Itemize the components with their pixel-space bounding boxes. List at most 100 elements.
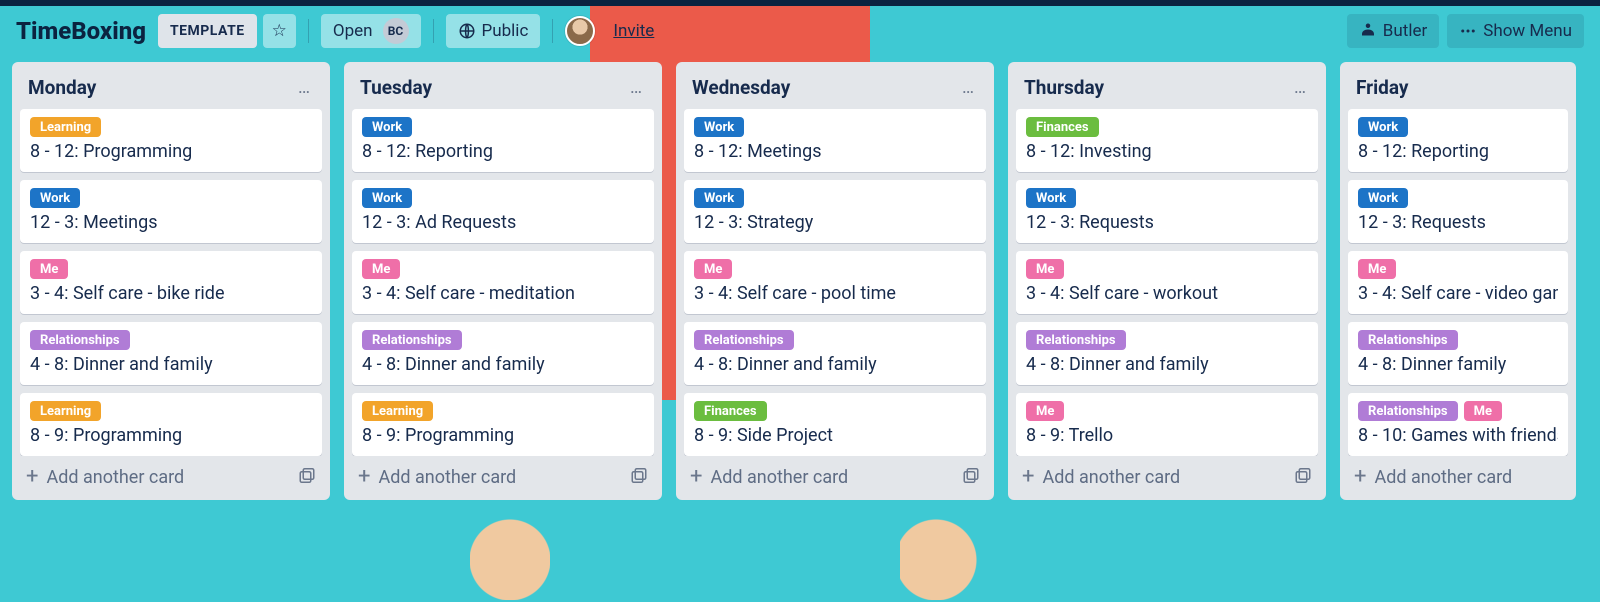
label-relationships[interactable]: Relationships xyxy=(362,330,462,350)
card-title: 4 - 8: Dinner and family xyxy=(30,354,312,375)
card[interactable]: Learning8 - 9: Programming xyxy=(20,393,322,456)
card-template-icon[interactable] xyxy=(298,468,316,486)
card-title: 4 - 8: Dinner and family xyxy=(694,354,976,375)
label-learning[interactable]: Learning xyxy=(362,401,433,421)
label-me[interactable]: Me xyxy=(1358,259,1396,279)
visibility-button[interactable]: Public xyxy=(446,14,541,48)
label-finances[interactable]: Finances xyxy=(1026,117,1099,137)
list-menu-button[interactable]: … xyxy=(294,77,314,98)
divider xyxy=(552,19,553,43)
butler-button[interactable]: Butler xyxy=(1347,14,1439,48)
card[interactable]: Me3 - 4: Self care - pool time xyxy=(684,251,986,314)
list-menu-button[interactable]: … xyxy=(958,77,978,98)
card[interactable]: Work12 - 3: Requests xyxy=(1016,180,1318,243)
label-me[interactable]: Me xyxy=(1026,401,1064,421)
template-badge[interactable]: TEMPLATE xyxy=(158,14,257,48)
card-template-icon[interactable] xyxy=(630,468,648,486)
label-learning[interactable]: Learning xyxy=(30,117,101,137)
card[interactable]: Work8 - 12: Reporting xyxy=(1348,109,1568,172)
card[interactable]: Work12 - 3: Ad Requests xyxy=(352,180,654,243)
workspace-button[interactable]: Open BC xyxy=(321,14,421,48)
list-title[interactable]: Monday xyxy=(28,76,96,99)
label-relationships[interactable]: Relationships xyxy=(1358,401,1458,421)
label-me[interactable]: Me xyxy=(362,259,400,279)
card-labels: Work xyxy=(1358,188,1558,208)
board-canvas[interactable]: Monday…Learning8 - 12: ProgrammingWork12… xyxy=(0,56,1600,602)
plus-icon: + xyxy=(358,466,370,488)
card[interactable]: Finances 8 - 12: Investing xyxy=(1016,109,1318,172)
card-labels: Work xyxy=(694,188,976,208)
card[interactable]: Work12 - 3: Requests xyxy=(1348,180,1568,243)
card-list: Work8 - 12: MeetingsWork12 - 3: Strategy… xyxy=(684,109,986,456)
card-title: 12 - 3: Strategy xyxy=(694,212,976,233)
invite-label: Invite xyxy=(613,21,654,41)
add-card-button[interactable]: +Add another card xyxy=(1022,466,1180,488)
card-title: 3 - 4: Self care - meditation xyxy=(362,283,644,304)
card[interactable]: Relationships Me 8 - 10: Games with friend… xyxy=(1348,393,1568,456)
card-template-icon[interactable] xyxy=(962,468,980,486)
add-card-button[interactable]: +Add another card xyxy=(26,466,184,488)
card[interactable]: Work8 - 12: Reporting xyxy=(352,109,654,172)
label-me[interactable]: Me xyxy=(30,259,68,279)
list-menu-button[interactable]: … xyxy=(1290,77,1310,98)
card-template-icon[interactable] xyxy=(1294,468,1312,486)
card[interactable]: Finances8 - 9: Side Project xyxy=(684,393,986,456)
plus-icon: + xyxy=(1022,466,1034,488)
list: Wednesday…Work8 - 12: MeetingsWork12 - 3… xyxy=(676,62,994,500)
card-labels: Me xyxy=(1026,259,1308,279)
card[interactable]: Me3 - 4: Self care - bike ride xyxy=(20,251,322,314)
label-relationships[interactable]: Relationships xyxy=(1026,330,1126,350)
label-finances[interactable]: Finances xyxy=(694,401,767,421)
card[interactable]: Relationships 4 - 8: Dinner and family xyxy=(20,322,322,385)
card[interactable]: Learning8 - 12: Programming xyxy=(20,109,322,172)
star-icon: ☆ xyxy=(272,21,287,41)
list-title[interactable]: Thursday xyxy=(1024,76,1104,99)
label-relationships[interactable]: Relationships xyxy=(694,330,794,350)
card-title: 8 - 10: Games with friends xyxy=(1358,425,1558,446)
label-me[interactable]: Me xyxy=(1026,259,1064,279)
card[interactable]: Work 12 - 3: Strategy xyxy=(684,180,986,243)
card[interactable]: Me3 - 4: Self care - video games xyxy=(1348,251,1568,314)
list-header: Tuesday … xyxy=(352,70,654,109)
label-learning[interactable]: Learning xyxy=(30,401,101,421)
label-me[interactable]: Me xyxy=(694,259,732,279)
label-relationships[interactable]: Relationships xyxy=(30,330,130,350)
add-card-button[interactable]: +Add another card xyxy=(358,466,516,488)
label-work[interactable]: Work xyxy=(362,188,412,208)
card[interactable]: Learning8 - 9: Programming xyxy=(352,393,654,456)
card-title: 8 - 12: Investing xyxy=(1026,141,1308,162)
label-work[interactable]: Work xyxy=(694,117,744,137)
card[interactable]: Me 3 - 4: Self care - meditation xyxy=(352,251,654,314)
star-button[interactable]: ☆ xyxy=(263,14,296,48)
card[interactable]: Relationships4 - 8: Dinner and family xyxy=(352,322,654,385)
card-labels: Me xyxy=(1358,259,1558,279)
card-labels: Work xyxy=(1358,117,1558,137)
show-menu-button[interactable]: Show Menu xyxy=(1447,14,1584,48)
label-work[interactable]: Work xyxy=(1358,188,1408,208)
card[interactable]: Work8 - 12: Meetings xyxy=(684,109,986,172)
list-title[interactable]: Friday xyxy=(1356,76,1408,99)
label-me[interactable]: Me xyxy=(1464,401,1502,421)
list-title[interactable]: Wednesday xyxy=(692,76,790,99)
card[interactable]: Work12 - 3: Meetings xyxy=(20,180,322,243)
card[interactable]: Relationships4 - 8: Dinner and family xyxy=(1016,322,1318,385)
label-work[interactable]: Work xyxy=(1358,117,1408,137)
label-relationships[interactable]: Relationships xyxy=(1358,330,1458,350)
invite-button[interactable]: Invite xyxy=(601,14,666,48)
avatar[interactable] xyxy=(565,16,595,46)
board-name[interactable]: TimeBoxing xyxy=(16,17,146,45)
label-work[interactable]: Work xyxy=(1026,188,1076,208)
add-card-button[interactable]: +Add another card xyxy=(690,466,848,488)
card[interactable]: Me8 - 9: Trello xyxy=(1016,393,1318,456)
list-title[interactable]: Tuesday xyxy=(360,76,432,99)
label-work[interactable]: Work xyxy=(694,188,744,208)
add-card-label: Add another card xyxy=(1374,467,1512,488)
card[interactable]: Me3 - 4: Self care - workout xyxy=(1016,251,1318,314)
add-card-button[interactable]: +Add another card xyxy=(1354,466,1512,488)
list-menu-button[interactable]: … xyxy=(626,77,646,98)
card[interactable]: Relationships 4 - 8: Dinner and family xyxy=(684,322,986,385)
card[interactable]: Relationships4 - 8: Dinner family xyxy=(1348,322,1568,385)
card-labels: Learning xyxy=(362,401,644,421)
label-work[interactable]: Work xyxy=(362,117,412,137)
label-work[interactable]: Work xyxy=(30,188,80,208)
